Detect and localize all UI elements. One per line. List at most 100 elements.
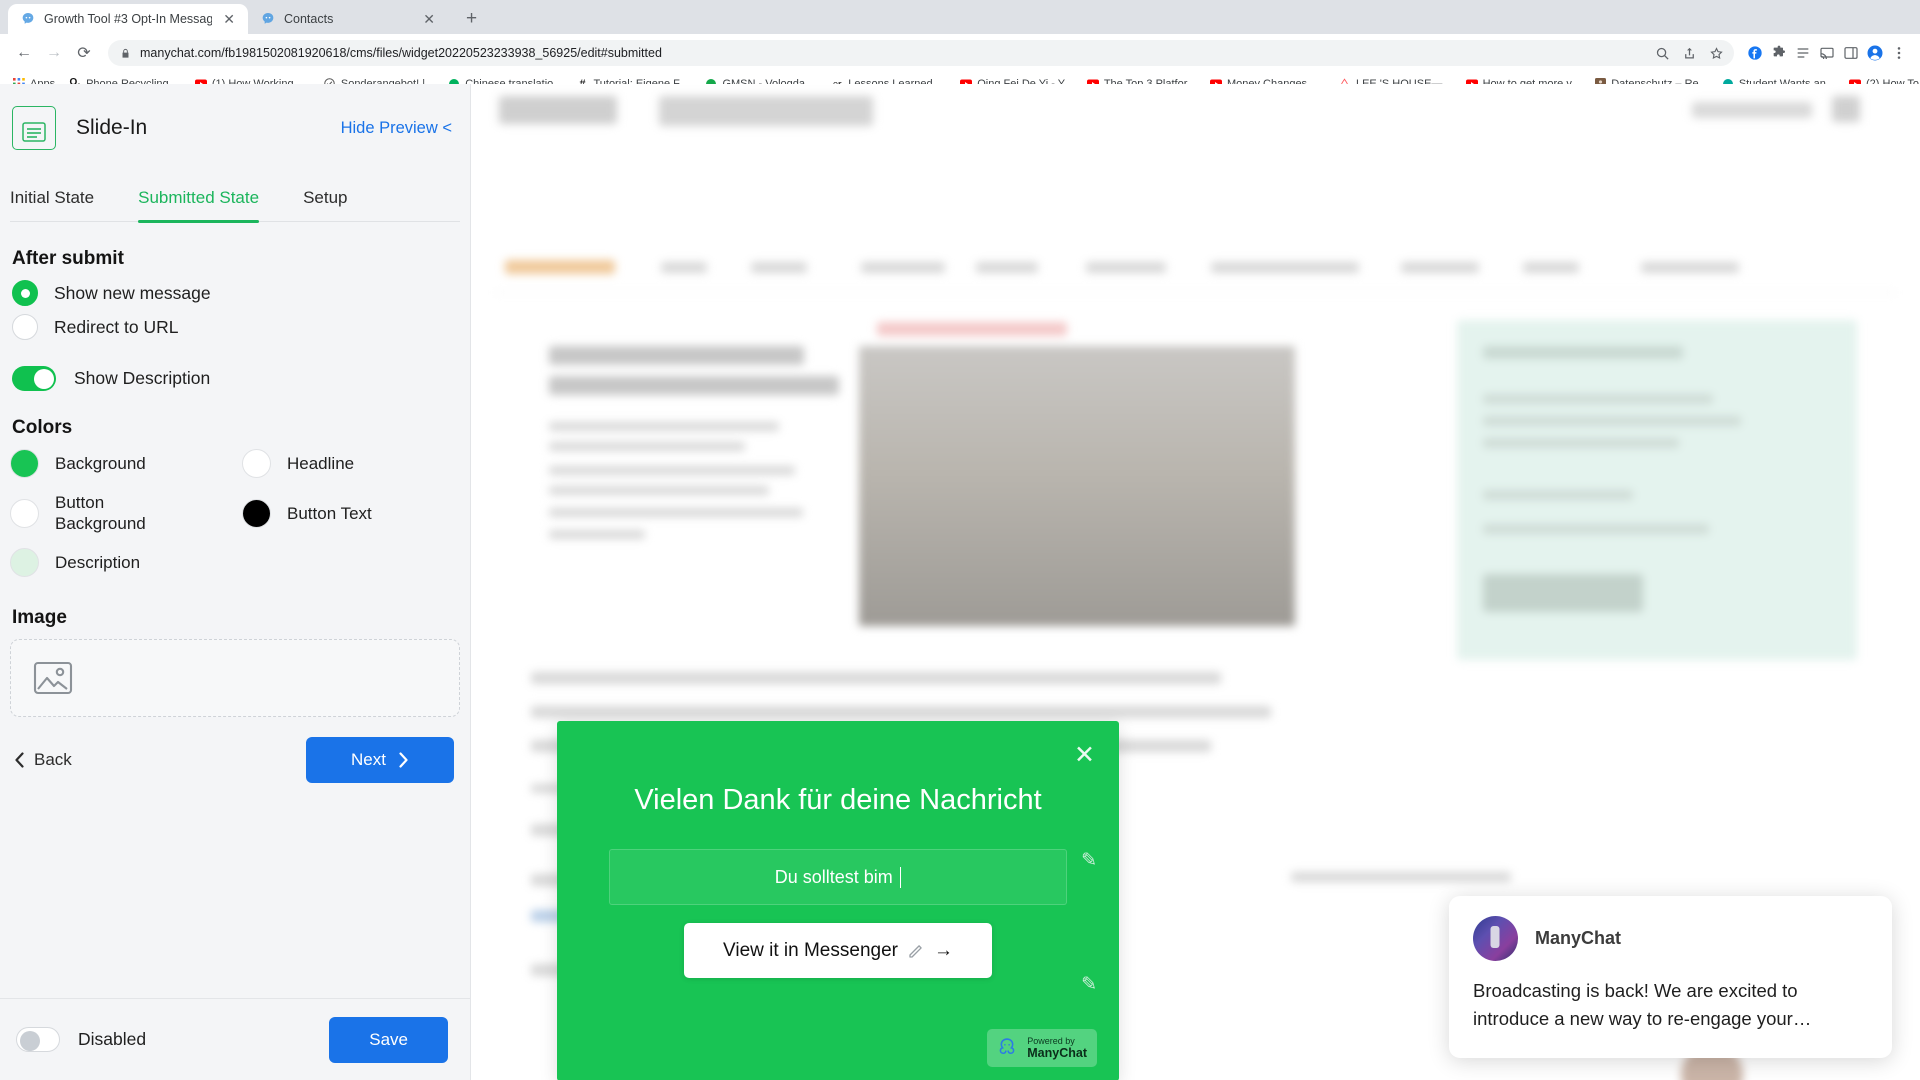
star-icon[interactable] [1709, 46, 1724, 61]
pencil-icon[interactable]: ✎ [1081, 973, 1097, 996]
browser-window: Growth Tool #3 Opt-In Messag ✕ Contacts … [0, 0, 1920, 1080]
disabled-toggle-row[interactable]: Disabled [16, 1027, 146, 1052]
color-description[interactable]: Description [10, 548, 242, 578]
color-label: Headline [287, 453, 355, 473]
color-swatch[interactable] [10, 498, 39, 528]
show-description-toggle[interactable] [12, 366, 56, 391]
color-background[interactable]: Background [10, 449, 242, 478]
slide-in-description[interactable]: Du solltest bim [609, 849, 1067, 906]
panel-footer: Disabled Save [0, 998, 470, 1080]
color-swatch[interactable] [10, 548, 39, 578]
toast-message: Broadcasting is back! We are excited to … [1473, 979, 1812, 1030]
tab-submitted-state[interactable]: Submitted State [138, 182, 281, 223]
tab-title: Growth Tool #3 Opt-In Messag [44, 12, 213, 26]
radio-show-new-message[interactable]: Show new message [12, 280, 460, 306]
powered-by-manychat-badge: Powered by ManyChat [987, 1029, 1097, 1067]
disabled-label: Disabled [78, 1029, 147, 1049]
color-swatch[interactable] [242, 498, 271, 528]
after-submit-title: After submit [12, 248, 124, 269]
panel-navigation: Back Next [10, 717, 460, 784]
panel-header: Slide-In Hide Preview < [10, 84, 460, 170]
colors-grid: Background Headline Button Background Bu… [10, 449, 460, 578]
image-title: Image [12, 607, 67, 629]
color-button-background[interactable]: Button Background [10, 492, 242, 534]
view-in-messenger-button[interactable]: View it in Messenger → [684, 923, 992, 979]
profile-icon[interactable] [1864, 42, 1886, 64]
color-button-text[interactable]: Button Text [242, 492, 460, 534]
extension-icon[interactable] [1768, 42, 1790, 64]
radio-label: Show new message [54, 282, 211, 303]
manychat-octopus-icon [999, 1038, 1015, 1055]
reload-button[interactable]: ⟳ [70, 39, 98, 67]
sidebar-icon[interactable] [1840, 42, 1862, 64]
close-icon[interactable]: ✕ [1074, 743, 1095, 768]
radio-label: Redirect to URL [54, 316, 179, 337]
colors-title: Colors [12, 417, 73, 438]
hide-preview-button[interactable]: Hide Preview < [341, 119, 458, 138]
back-button[interactable]: ← [10, 39, 38, 67]
url-text: manychat.com/fb1981502081920618/cms/file… [140, 46, 662, 60]
save-button[interactable]: Save [329, 1016, 448, 1063]
back-label: Back [34, 750, 72, 770]
browser-toolbar: ← → ⟳ manychat.com/fb1981502081920618/cm… [0, 34, 1920, 72]
image-dropzone[interactable] [10, 639, 460, 718]
toast-sender-name: ManyChat [1535, 927, 1622, 948]
page-title: Slide-In [76, 116, 148, 139]
pencil-icon[interactable]: ✎ [1081, 849, 1097, 872]
radio-redirect-to-url[interactable]: Redirect to URL [12, 314, 460, 340]
browser-tab-contacts[interactable]: Contacts ✕ [248, 4, 448, 34]
menu-icon[interactable] [1888, 42, 1910, 64]
new-tab-button[interactable]: + [458, 8, 485, 30]
next-button[interactable]: Next [306, 737, 454, 784]
manychat-icon [262, 13, 274, 24]
page-content: Slide-In Hide Preview < Initial State Su… [0, 84, 1920, 1080]
chevron-right-icon [399, 752, 408, 768]
show-description-toggle-row[interactable]: Show Description [12, 366, 460, 391]
manychat-icon [22, 13, 34, 24]
tab-strip: Growth Tool #3 Opt-In Messag ✕ Contacts … [0, 0, 1920, 34]
text-cursor [899, 866, 902, 888]
slide-in-headline: Vielen Dank für deine Nachricht [634, 784, 1042, 816]
facebook-icon[interactable] [1744, 42, 1766, 64]
lock-icon [122, 48, 129, 58]
list-icon[interactable] [1792, 42, 1814, 64]
tab-setup[interactable]: Setup [303, 182, 369, 221]
arrow-right-icon: → [933, 939, 953, 961]
search-icon[interactable] [1655, 46, 1670, 61]
color-swatch[interactable] [10, 449, 39, 478]
next-label: Next [351, 750, 386, 770]
radio-indicator[interactable] [12, 314, 38, 340]
share-icon[interactable] [1682, 46, 1697, 61]
address-bar[interactable]: manychat.com/fb1981502081920618/cms/file… [108, 40, 1734, 66]
browser-tab-growth-tool[interactable]: Growth Tool #3 Opt-In Messag ✕ [8, 4, 248, 34]
chevron-left-icon [15, 752, 24, 768]
tab-close-icon[interactable]: ✕ [420, 10, 438, 28]
widget-preview-area: ✕ Vielen Dank für deine Nachricht ✎ Du s… [471, 84, 1920, 1080]
button-label: View it in Messenger [723, 939, 898, 961]
tab-initial-state[interactable]: Initial State [10, 182, 116, 221]
show-description-label: Show Description [74, 368, 211, 388]
description-text: Du solltest bim [774, 866, 893, 887]
radio-indicator[interactable] [12, 280, 38, 306]
color-label: Description [55, 553, 141, 573]
notification-toast[interactable]: ManyChat Broadcasting is back! We are ex… [1449, 895, 1892, 1058]
forward-button[interactable]: → [40, 39, 68, 67]
tab-close-icon[interactable]: ✕ [220, 10, 238, 28]
slide-in-widget: ✕ Vielen Dank für deine Nachricht ✎ Du s… [557, 721, 1119, 1080]
pencil-icon[interactable] [907, 942, 925, 960]
color-swatch[interactable] [242, 449, 271, 478]
color-label: Background [55, 453, 146, 473]
badge-line-1: Powered by [1027, 1035, 1075, 1046]
color-headline[interactable]: Headline [242, 449, 460, 478]
slide-in-editor-panel: Slide-In Hide Preview < Initial State Su… [0, 84, 471, 1080]
back-button[interactable]: Back [14, 750, 72, 770]
toast-header: ManyChat [1473, 915, 1868, 961]
cast-icon[interactable] [1816, 42, 1838, 64]
disabled-toggle[interactable] [16, 1027, 60, 1052]
tab-title: Contacts [284, 12, 334, 26]
state-tabs: Initial State Submitted State Setup [10, 182, 460, 223]
badge-line-2: ManyChat [1027, 1046, 1087, 1061]
color-label: Button Text [287, 503, 372, 523]
image-placeholder-icon [33, 662, 73, 695]
slide-in-widget-icon [12, 106, 56, 150]
